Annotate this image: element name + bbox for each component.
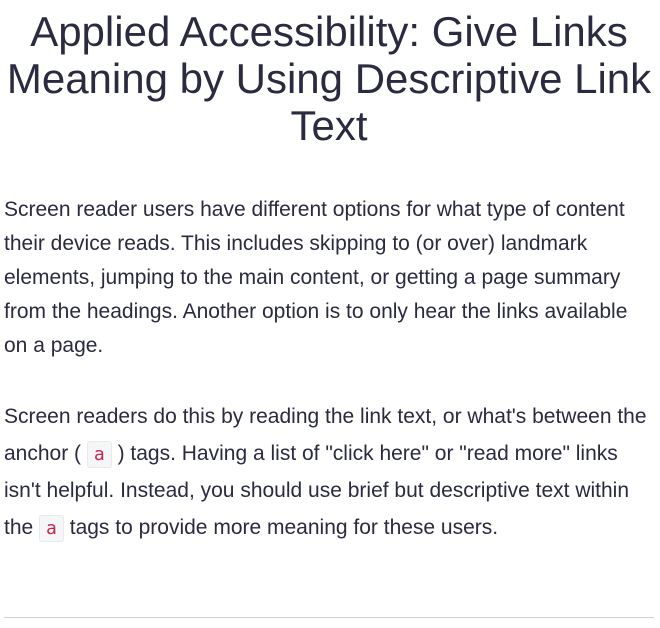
paragraph-2-text-3: tags to provide more meaning for these u… — [69, 515, 499, 539]
anchor-tag-code-2: a — [39, 514, 64, 542]
description-paragraph-2: Screen readers do this by reading the li… — [4, 399, 654, 547]
challenge-title: Applied Accessibility: Give Links Meanin… — [6, 8, 652, 149]
challenge-description: Screen reader users have different optio… — [4, 193, 654, 547]
section-divider — [4, 617, 654, 618]
challenge-page: Applied Accessibility: Give Links Meanin… — [0, 0, 660, 628]
description-paragraph-1: Screen reader users have different optio… — [4, 198, 628, 357]
anchor-tag-code: a — [86, 440, 112, 468]
